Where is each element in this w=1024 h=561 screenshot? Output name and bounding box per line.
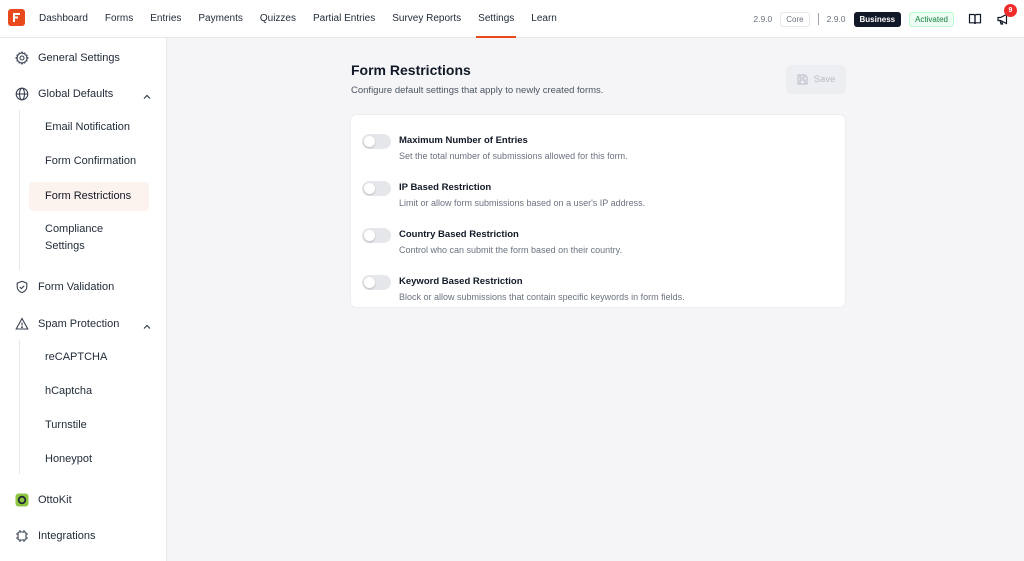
nav-quizzes[interactable]: Quizzes (260, 0, 296, 38)
nav-survey-reports[interactable]: Survey Reports (392, 0, 461, 38)
compliance-label-line2: Settings (45, 240, 85, 252)
top-navigation-bar: Dashboard Forms Entries Payments Quizzes… (0, 0, 1024, 38)
restriction-description: Limit or allow form submissions based on… (399, 198, 646, 208)
sidebar-item-ottokit[interactable]: OttoKit (0, 487, 166, 513)
sidebar-item-label: Integrations (38, 530, 96, 542)
core-badge: Core (780, 11, 810, 27)
page-title: Form Restrictions (351, 62, 471, 78)
compliance-label-line1: Compliance (45, 223, 104, 235)
restriction-title: IP Based Restriction (399, 182, 492, 193)
save-button-label: Save (813, 74, 836, 85)
notification-count-badge: 9 (1004, 4, 1017, 17)
business-badge: Business (853, 11, 902, 27)
restriction-row-country-based: Country Based Restriction Control who ca… (351, 216, 847, 256)
sidebar-item-label: Global Defaults (38, 88, 114, 100)
integrations-icon (15, 529, 29, 543)
book-icon[interactable] (968, 12, 982, 26)
warning-triangle-icon (15, 317, 29, 331)
restriction-title: Country Based Restriction (399, 229, 519, 240)
sidebar-item-turnstile[interactable]: Turnstile (29, 417, 149, 434)
tree-line (19, 110, 20, 270)
restriction-title: Keyword Based Restriction (399, 276, 523, 287)
megaphone-icon[interactable]: 9 (996, 4, 1017, 26)
app-logo-icon[interactable] (8, 9, 25, 26)
restriction-description: Set the total number of submissions allo… (399, 151, 628, 161)
sidebar-item-form-restrictions[interactable]: Form Restrictions (29, 182, 149, 211)
tree-line (19, 340, 20, 474)
toggle-knob (364, 230, 375, 241)
sidebar-item-label: General Settings (38, 52, 120, 64)
restriction-description: Block or allow submissions that contain … (399, 292, 685, 302)
sidebar-item-global-defaults[interactable]: Global Defaults (0, 81, 166, 107)
sidebar-item-spam-protection[interactable]: Spam Protection (0, 311, 166, 337)
nav-learn[interactable]: Learn (531, 0, 557, 38)
sidebar-item-email-notification[interactable]: Email Notification (29, 119, 149, 136)
max-entries-toggle[interactable] (362, 134, 391, 149)
sidebar-item-label: OttoKit (38, 494, 72, 506)
nav-settings[interactable]: Settings (476, 0, 517, 38)
sidebar-item-label: Spam Protection (38, 318, 120, 330)
nav-dashboard[interactable]: Dashboard (39, 0, 88, 38)
toggle-knob (364, 277, 375, 288)
save-icon (797, 74, 808, 85)
activated-badge: Activated (909, 11, 954, 27)
toggle-knob (364, 183, 375, 194)
nav-payments[interactable]: Payments (198, 0, 242, 38)
nav-partial-entries[interactable]: Partial Entries (313, 0, 375, 38)
restriction-row-max-entries: Maximum Number of Entries Set the total … (351, 122, 847, 162)
core-version: 2.9.0 (753, 14, 773, 24)
business-version: 2.9.0 (826, 14, 846, 24)
gear-icon (15, 50, 30, 65)
nav-entries[interactable]: Entries (150, 0, 181, 38)
restriction-row-keyword-based: Keyword Based Restriction Block or allow… (351, 263, 847, 303)
top-right-area: 2.9.0 Core 2.9.0 Business Activated 9 (753, 0, 1024, 38)
globe-icon (15, 87, 29, 101)
restriction-description: Control who can submit the form based on… (399, 245, 622, 255)
keyword-restriction-toggle[interactable] (362, 275, 391, 290)
restrictions-card: Maximum Number of Entries Set the total … (350, 114, 846, 308)
sidebar-item-recaptcha[interactable]: reCAPTCHA (29, 349, 149, 366)
ottokit-logo-icon (15, 493, 29, 507)
country-restriction-toggle[interactable] (362, 228, 391, 243)
save-button[interactable]: Save (786, 65, 846, 94)
sidebar-item-honeypot[interactable]: Honeypot (29, 451, 149, 468)
divider (817, 13, 819, 25)
sidebar-item-general-settings[interactable]: General Settings (0, 45, 166, 71)
restriction-row-ip-based: IP Based Restriction Limit or allow form… (351, 169, 847, 209)
shield-check-icon (15, 280, 29, 294)
settings-sidebar: General Settings Global Defaults Email N… (0, 38, 167, 561)
ip-restriction-toggle[interactable] (362, 181, 391, 196)
sidebar-item-label: Form Validation (38, 281, 115, 293)
page-subtitle: Configure default settings that apply to… (351, 85, 604, 96)
toggle-knob (364, 136, 375, 147)
sidebar-item-form-validation[interactable]: Form Validation (0, 274, 166, 300)
chevron-up-icon[interactable] (142, 319, 152, 329)
chevron-up-icon[interactable] (142, 89, 152, 99)
restriction-title: Maximum Number of Entries (399, 135, 528, 146)
sidebar-item-form-confirmation[interactable]: Form Confirmation (29, 153, 149, 170)
sidebar-item-integrations[interactable]: Integrations (0, 523, 166, 549)
nav-forms[interactable]: Forms (105, 0, 133, 38)
sidebar-item-hcaptcha[interactable]: hCaptcha (29, 383, 149, 400)
sidebar-item-compliance-settings[interactable]: Compliance Settings (29, 221, 149, 257)
main-nav: Dashboard Forms Entries Payments Quizzes… (39, 0, 574, 38)
